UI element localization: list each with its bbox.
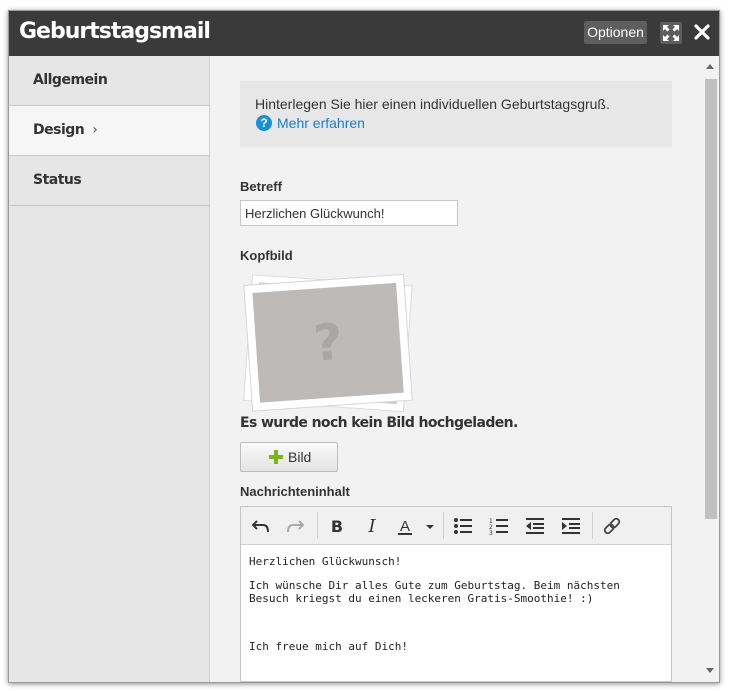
sidebar-item-design[interactable]: Design › [9, 106, 209, 156]
svg-text:3: 3 [489, 530, 493, 536]
message-editor[interactable]: B I A 1 2 3 Herzlichen Glückwunsch! Ich … [240, 506, 672, 682]
link-icon [603, 517, 621, 535]
toolbar-divider [443, 512, 444, 539]
dialog-title: Geburtstagsmail [19, 19, 211, 44]
subject-label: Betreff [240, 179, 282, 194]
expand-button[interactable] [660, 22, 682, 44]
toolbar-divider [317, 512, 318, 539]
message-label: Nachrichteninhalt [240, 484, 350, 499]
svg-text:A: A [400, 518, 410, 535]
chevron-right-icon: › [92, 122, 98, 138]
plus-icon [269, 450, 283, 464]
info-box: Hinterlegen Sie hier einen individuellen… [240, 81, 672, 147]
sidebar-item-label: Allgemein [33, 72, 108, 88]
svg-text:I: I [367, 516, 376, 536]
help-icon[interactable]: ? [256, 115, 272, 131]
add-image-button[interactable]: Bild [240, 442, 338, 472]
image-placeholder-icon: ? [243, 273, 413, 413]
bullet-list-icon [454, 518, 472, 534]
redo-icon [287, 520, 305, 533]
link-button[interactable] [600, 516, 624, 536]
font-color-button[interactable]: A [394, 516, 438, 536]
editor-body[interactable]: Herzlichen Glückwunsch! Ich wünsche Dir … [249, 555, 659, 664]
svg-text:?: ? [312, 313, 345, 373]
more-info-link[interactable]: Mehr erfahren [277, 115, 365, 131]
scroll-up-icon[interactable] [706, 64, 714, 69]
svg-text:B: B [331, 517, 343, 536]
indent-button[interactable] [559, 516, 583, 536]
header-image-placeholder[interactable]: ? [240, 272, 420, 413]
bold-button[interactable]: B [325, 516, 349, 536]
font-color-icon: A [398, 518, 434, 535]
bold-icon: B [331, 517, 343, 536]
birthday-mail-dialog: Geburtstagsmail Optionen Allgemein Desig… [8, 10, 720, 683]
sidebar-item-label: Status [33, 172, 82, 188]
undo-icon [251, 520, 269, 533]
outdent-button[interactable] [523, 516, 547, 536]
numbered-list-button[interactable]: 1 2 3 [487, 516, 511, 537]
sidebar-nav: Allgemein Design › Status [9, 56, 210, 682]
sidebar-item-status[interactable]: Status [9, 156, 209, 206]
header-image-label: Kopfbild [240, 248, 293, 263]
bullet-list-button[interactable] [451, 516, 475, 536]
no-image-text: Es wurde noch kein Bild hochgeladen. [240, 415, 518, 431]
subject-input[interactable] [240, 200, 458, 226]
redo-button[interactable] [283, 516, 307, 536]
undo-button[interactable] [249, 516, 273, 536]
main-content: Hinterlegen Sie hier einen individuellen… [210, 56, 703, 682]
scrollbar-thumb[interactable] [705, 79, 717, 519]
options-button[interactable]: Optionen [584, 21, 647, 44]
editor-paragraph: Ich wünsche Dir alles Gute zum Geburtsta… [249, 579, 620, 605]
close-button[interactable] [691, 21, 713, 43]
scroll-down-icon[interactable] [706, 668, 714, 673]
outdent-icon [526, 518, 544, 534]
dialog-titlebar: Geburtstagsmail Optionen [9, 11, 719, 56]
editor-toolbar: B I A 1 2 3 [241, 507, 671, 545]
editor-paragraph: Herzlichen Glückwunsch! [249, 555, 402, 568]
close-icon [694, 24, 710, 40]
expand-icon [663, 25, 679, 41]
editor-paragraph: Ich freue mich auf Dich! [249, 640, 408, 653]
italic-button[interactable]: I [360, 516, 384, 537]
sidebar-item-allgemein[interactable]: Allgemein [9, 56, 209, 106]
add-image-label: Bild [288, 449, 312, 465]
info-text: Hinterlegen Sie hier einen individuellen… [255, 96, 610, 112]
vertical-scrollbar[interactable] [703, 56, 719, 682]
italic-icon: I [367, 516, 376, 537]
indent-icon [562, 518, 580, 534]
toolbar-divider [592, 512, 593, 539]
sidebar-item-label: Design [33, 122, 85, 138]
numbered-list-icon: 1 2 3 [489, 518, 508, 537]
